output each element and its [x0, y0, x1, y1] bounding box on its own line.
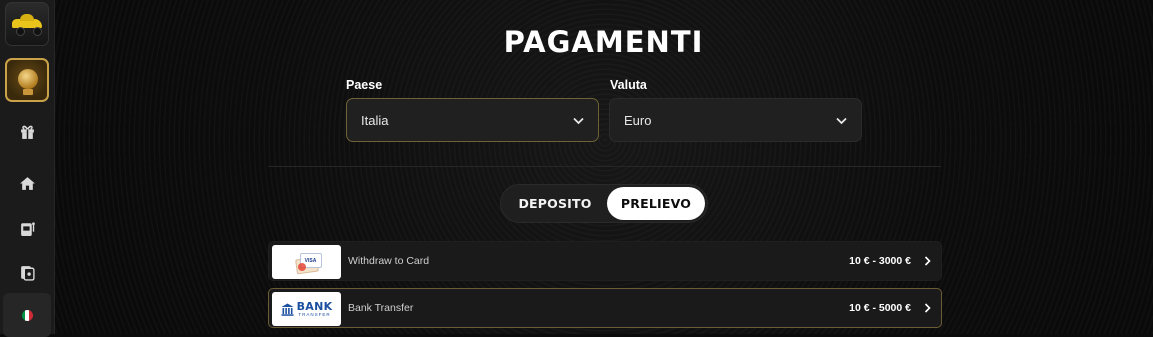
trophy-icon	[18, 69, 38, 89]
slot-machine-icon[interactable]	[17, 218, 37, 238]
currency-label: Valuta	[610, 78, 647, 92]
promo-trophy-thumbnail[interactable]	[5, 58, 49, 102]
trophy-stand	[23, 89, 33, 95]
italy-flag-icon	[21, 309, 33, 321]
country-value: Italia	[361, 112, 389, 128]
chevron-right-icon	[924, 289, 931, 327]
country-label: Paese	[346, 78, 383, 92]
country-select[interactable]: Italia	[346, 98, 599, 142]
tab-withdraw[interactable]: PRELIEVO	[607, 187, 705, 220]
currency-value: Euro	[624, 112, 652, 128]
payment-method-row[interactable]: BANK TRANSFER Bank Transfer 10 € - 5000 …	[268, 288, 942, 328]
transaction-type-toggle: DEPOSITO PRELIEVO	[500, 184, 708, 223]
language-selector[interactable]	[3, 293, 51, 337]
method-name: Withdraw to Card	[348, 255, 430, 267]
currency-select[interactable]: Euro	[609, 98, 862, 142]
payment-method-row[interactable]: VISA Withdraw to Card 10 € - 3000 €	[268, 241, 942, 281]
wheel	[33, 27, 42, 36]
divider	[268, 166, 941, 167]
sidebar	[0, 0, 55, 337]
bank-transfer-logo: BANK TRANSFER	[272, 292, 341, 326]
home-icon[interactable]	[17, 173, 37, 193]
gift-icon[interactable]	[17, 121, 37, 141]
chevron-right-icon	[924, 242, 931, 280]
cards-icon[interactable]	[17, 262, 37, 282]
promo-car-thumbnail[interactable]	[5, 2, 49, 46]
visa-card-logo: VISA	[272, 245, 341, 279]
page-title: PAGAMENTI	[503, 25, 704, 59]
method-name: Bank Transfer	[348, 302, 414, 314]
method-limits: 10 € - 5000 €	[849, 302, 911, 314]
bank-logo-text: BANK	[296, 299, 333, 313]
chevron-down-icon	[573, 113, 584, 128]
tab-deposit[interactable]: DEPOSITO	[504, 187, 606, 220]
wheel	[16, 27, 25, 36]
bank-icon	[281, 303, 294, 316]
bank-logo-subtext: TRANSFER	[298, 311, 331, 317]
chevron-down-icon	[836, 113, 847, 128]
method-limits: 10 € - 3000 €	[849, 255, 911, 267]
